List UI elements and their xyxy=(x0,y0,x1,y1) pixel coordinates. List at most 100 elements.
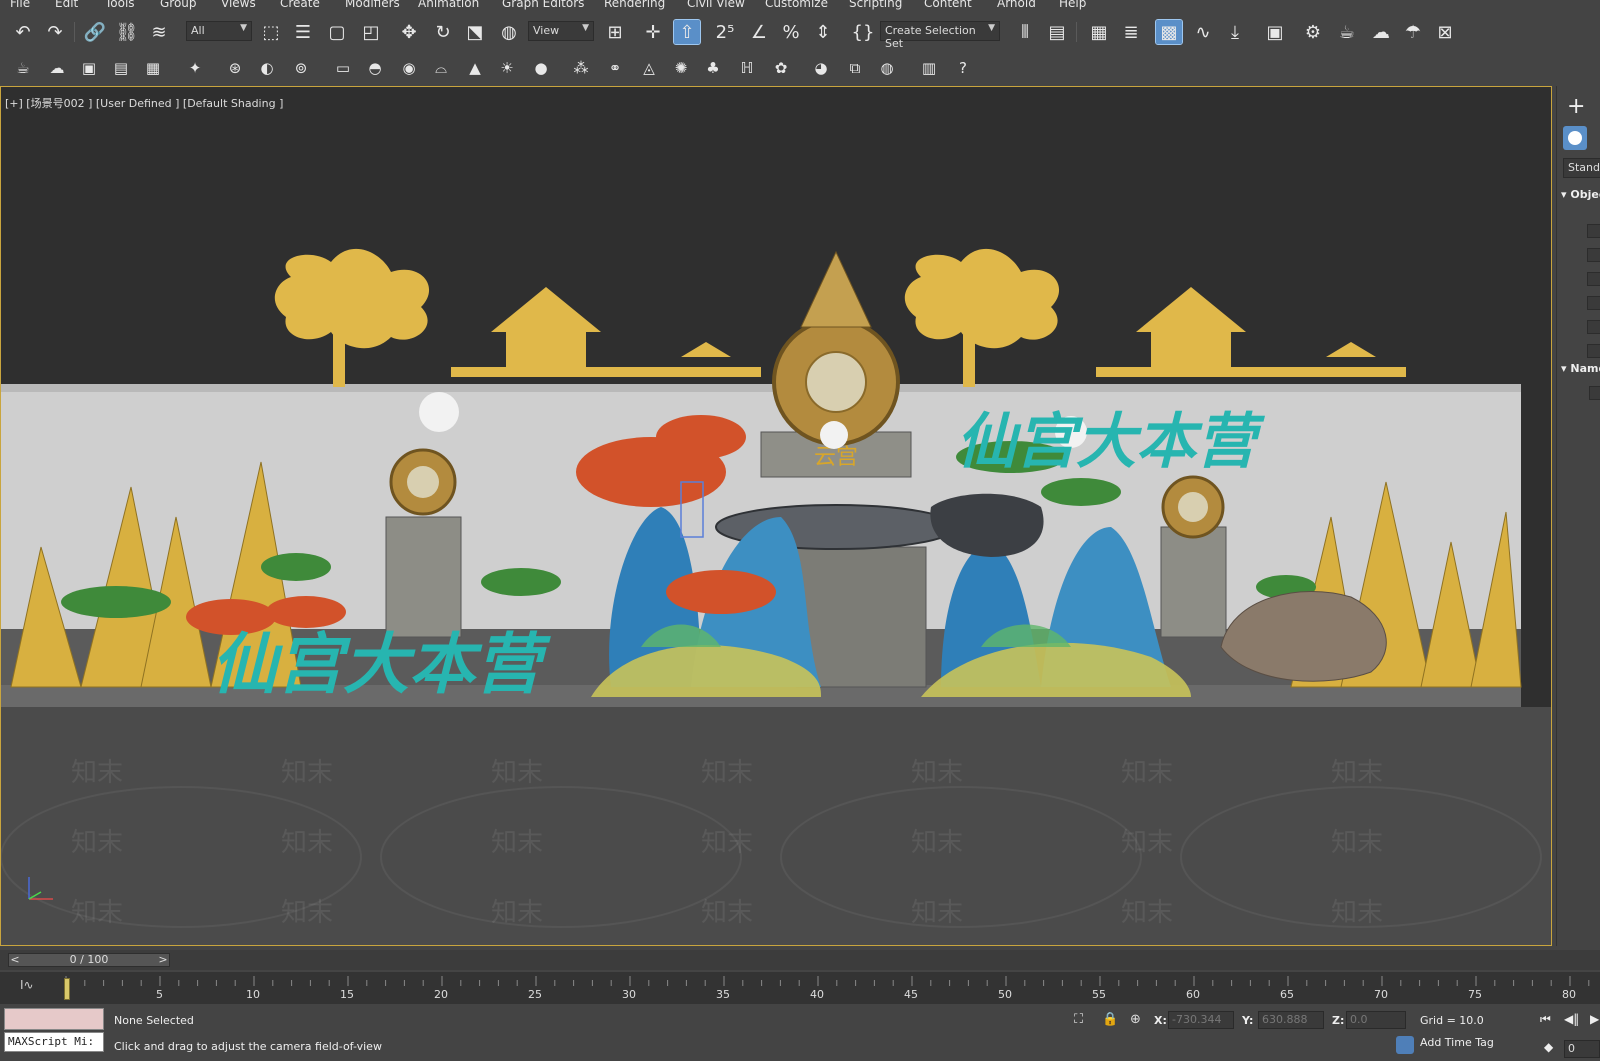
light-icon[interactable]: ✦ xyxy=(182,56,208,80)
menu-arnold[interactable]: Arnold xyxy=(997,0,1036,10)
absolute-mode-icon[interactable]: ⊕ xyxy=(1130,1012,1141,1027)
select-manipulate-icon[interactable]: ✛ xyxy=(640,20,666,44)
pivot-center-icon[interactable]: ⊞ xyxy=(602,20,628,44)
object-type-button[interactable] xyxy=(1587,248,1600,262)
align-icon[interactable]: ▤ xyxy=(1044,20,1070,44)
edit-named-selection-icon[interactable]: {} xyxy=(850,20,876,44)
x-coord-field[interactable]: -730.344 xyxy=(1168,1011,1234,1029)
z-coord-field[interactable]: 0.0 xyxy=(1346,1011,1406,1029)
current-frame-marker[interactable] xyxy=(64,978,70,1000)
plane-icon[interactable]: ▭ xyxy=(330,56,356,80)
go-to-start-icon[interactable]: ⏮ xyxy=(1540,1012,1551,1027)
isolate-selection-icon[interactable]: ⛶ xyxy=(1074,1012,1083,1027)
play-icon[interactable]: ▶ xyxy=(1590,1012,1599,1026)
time-tag-icon[interactable] xyxy=(1396,1036,1414,1054)
bowl-icon[interactable]: ⌓ xyxy=(428,56,454,80)
select-rotate-icon[interactable]: ↻ xyxy=(430,20,456,44)
hair-fur-icon[interactable]: ℍ xyxy=(734,56,760,80)
help-icon[interactable]: ? xyxy=(950,56,976,80)
material-editor-icon[interactable]: ▣ xyxy=(1262,20,1288,44)
frame-buffer-icon[interactable]: ▥ xyxy=(916,56,942,80)
sphere-light-icon[interactable]: ◐ xyxy=(254,56,280,80)
previous-frame-button[interactable]: < xyxy=(8,953,22,967)
current-frame-field[interactable]: 0 xyxy=(1564,1040,1600,1058)
menu-rendering[interactable]: Rendering xyxy=(604,0,665,10)
curve-editor-icon[interactable]: ∿ xyxy=(1190,20,1216,44)
select-move-icon[interactable]: ✥ xyxy=(396,20,422,44)
pyramid-icon[interactable]: ◬ xyxy=(636,56,662,80)
menu-graph-editors[interactable]: Graph Editors xyxy=(502,0,584,10)
object-type-button[interactable] xyxy=(1587,272,1600,286)
menu-scripting[interactable]: Scripting xyxy=(849,0,902,10)
document-icon[interactable]: ▤ xyxy=(108,56,134,80)
object-type-button[interactable] xyxy=(1587,296,1600,310)
object-type-button[interactable] xyxy=(1587,344,1600,358)
render-production-icon[interactable]: ☁ xyxy=(1368,20,1394,44)
snaps-toggle-icon[interactable]: 2⁵ xyxy=(712,20,738,44)
schematic-view-icon[interactable]: ⤓ xyxy=(1222,20,1248,44)
sphere-icon[interactable]: ● xyxy=(528,56,554,80)
menu-group[interactable]: Group xyxy=(160,0,197,10)
viewport-label[interactable]: [+] [场景号002 ] [User Defined ] [Default S… xyxy=(5,95,283,111)
maxscript-listener-output[interactable] xyxy=(4,1008,104,1030)
teapot-icon[interactable]: ☕ xyxy=(10,56,36,80)
y-coord-field[interactable]: 630.888 xyxy=(1258,1011,1324,1029)
rendered-frame-window-icon[interactable]: ☕ xyxy=(1334,20,1360,44)
unlink-icon[interactable]: ⛓ xyxy=(114,20,140,44)
menu-animation[interactable]: Animation xyxy=(418,0,479,10)
rollout-name-color[interactable]: ▾ Name and Color xyxy=(1561,362,1600,375)
gear-icon[interactable]: ✺ xyxy=(668,56,694,80)
molecule-icon[interactable]: ⚭ xyxy=(602,56,628,80)
undo-icon[interactable]: ↶ xyxy=(10,20,36,44)
camera-icon[interactable]: ⊛ xyxy=(222,56,248,80)
grid-pattern-icon[interactable]: ⁂ xyxy=(568,56,594,80)
angle-snap-icon[interactable]: ∠ xyxy=(746,20,772,44)
named-selection-set-dropdown[interactable]: Create Selection Set ▼ xyxy=(880,21,1000,50)
scene-converter-icon[interactable]: ⧉ xyxy=(842,56,868,80)
object-name-field[interactable] xyxy=(1589,386,1600,400)
scene-explorer-icon[interactable]: ▦ xyxy=(1086,20,1112,44)
skydome-icon[interactable]: ◉ xyxy=(396,56,422,80)
menu-civil-view[interactable]: Civil View xyxy=(687,0,745,10)
select-scale-icon[interactable]: ⬔ xyxy=(462,20,488,44)
track-bar[interactable]: Ⅰ∿ 5 10 15 20 25 30 35 40 45 50 55 60 65… xyxy=(0,972,1600,1004)
object-type-button[interactable] xyxy=(1587,224,1600,238)
add-time-tag[interactable]: Add Time Tag xyxy=(1420,1036,1494,1049)
perspective-viewport[interactable]: 云宫 仙宫大本营 仙宫大本营 [+] [场景号002] [User Defin… xyxy=(0,86,1552,946)
mirror-icon[interactable]: ⫴ xyxy=(1012,20,1038,44)
geometry-type-dropdown[interactable]: Standard xyxy=(1563,158,1600,178)
link-icon[interactable]: 🔗 xyxy=(82,20,108,44)
keyboard-shortcut-override-icon[interactable]: ⇧ xyxy=(673,19,701,45)
sphere-render-icon[interactable]: ◍ xyxy=(874,56,900,80)
spinner-snap-icon[interactable]: ⇕ xyxy=(810,20,836,44)
time-slider-track[interactable]: 0 / 100 xyxy=(8,953,170,967)
grass-icon[interactable]: ♣ xyxy=(700,56,726,80)
selection-filter-dropdown[interactable]: All ▼ xyxy=(186,21,252,41)
reference-coordinate-dropdown[interactable]: View ▼ xyxy=(528,21,594,41)
shell-icon[interactable]: ✿ xyxy=(768,56,794,80)
dome-icon[interactable]: ◓ xyxy=(362,56,388,80)
table-icon[interactable]: ▦ xyxy=(140,56,166,80)
globe-icon[interactable]: ◕ xyxy=(808,56,834,80)
key-mode-icon[interactable]: ◆ xyxy=(1544,1040,1553,1054)
select-place-icon[interactable]: ◍ xyxy=(496,20,522,44)
object-type-button[interactable] xyxy=(1587,320,1600,334)
render-grid-icon[interactable]: ⊠ xyxy=(1432,20,1458,44)
selection-lock-icon[interactable]: 🔒 xyxy=(1102,1012,1118,1027)
maxscript-mini-listener[interactable]: MAXScript Mi: xyxy=(4,1032,104,1052)
toggle-ribbon-icon[interactable]: ▩ xyxy=(1155,19,1183,45)
layer-explorer-icon[interactable]: ≣ xyxy=(1118,20,1144,44)
next-frame-button[interactable]: > xyxy=(156,953,170,967)
menu-create[interactable]: Create xyxy=(280,0,320,10)
cone-icon[interactable]: ▲ xyxy=(462,56,488,80)
menu-modifiers[interactable]: Modifiers xyxy=(345,0,400,10)
geometry-category-button[interactable] xyxy=(1563,126,1587,150)
menu-content[interactable]: Content xyxy=(924,0,972,10)
menu-help[interactable]: Help xyxy=(1059,0,1086,10)
menu-tools[interactable]: Tools xyxy=(105,0,135,10)
menu-file[interactable]: File xyxy=(10,0,30,10)
sun-icon[interactable]: ☀ xyxy=(494,56,520,80)
rectangular-selection-icon[interactable]: ▢ xyxy=(324,20,350,44)
previous-key-icon[interactable]: ◀‖ xyxy=(1564,1012,1579,1026)
time-slider[interactable]: 0 / 100 < > xyxy=(0,950,1600,970)
